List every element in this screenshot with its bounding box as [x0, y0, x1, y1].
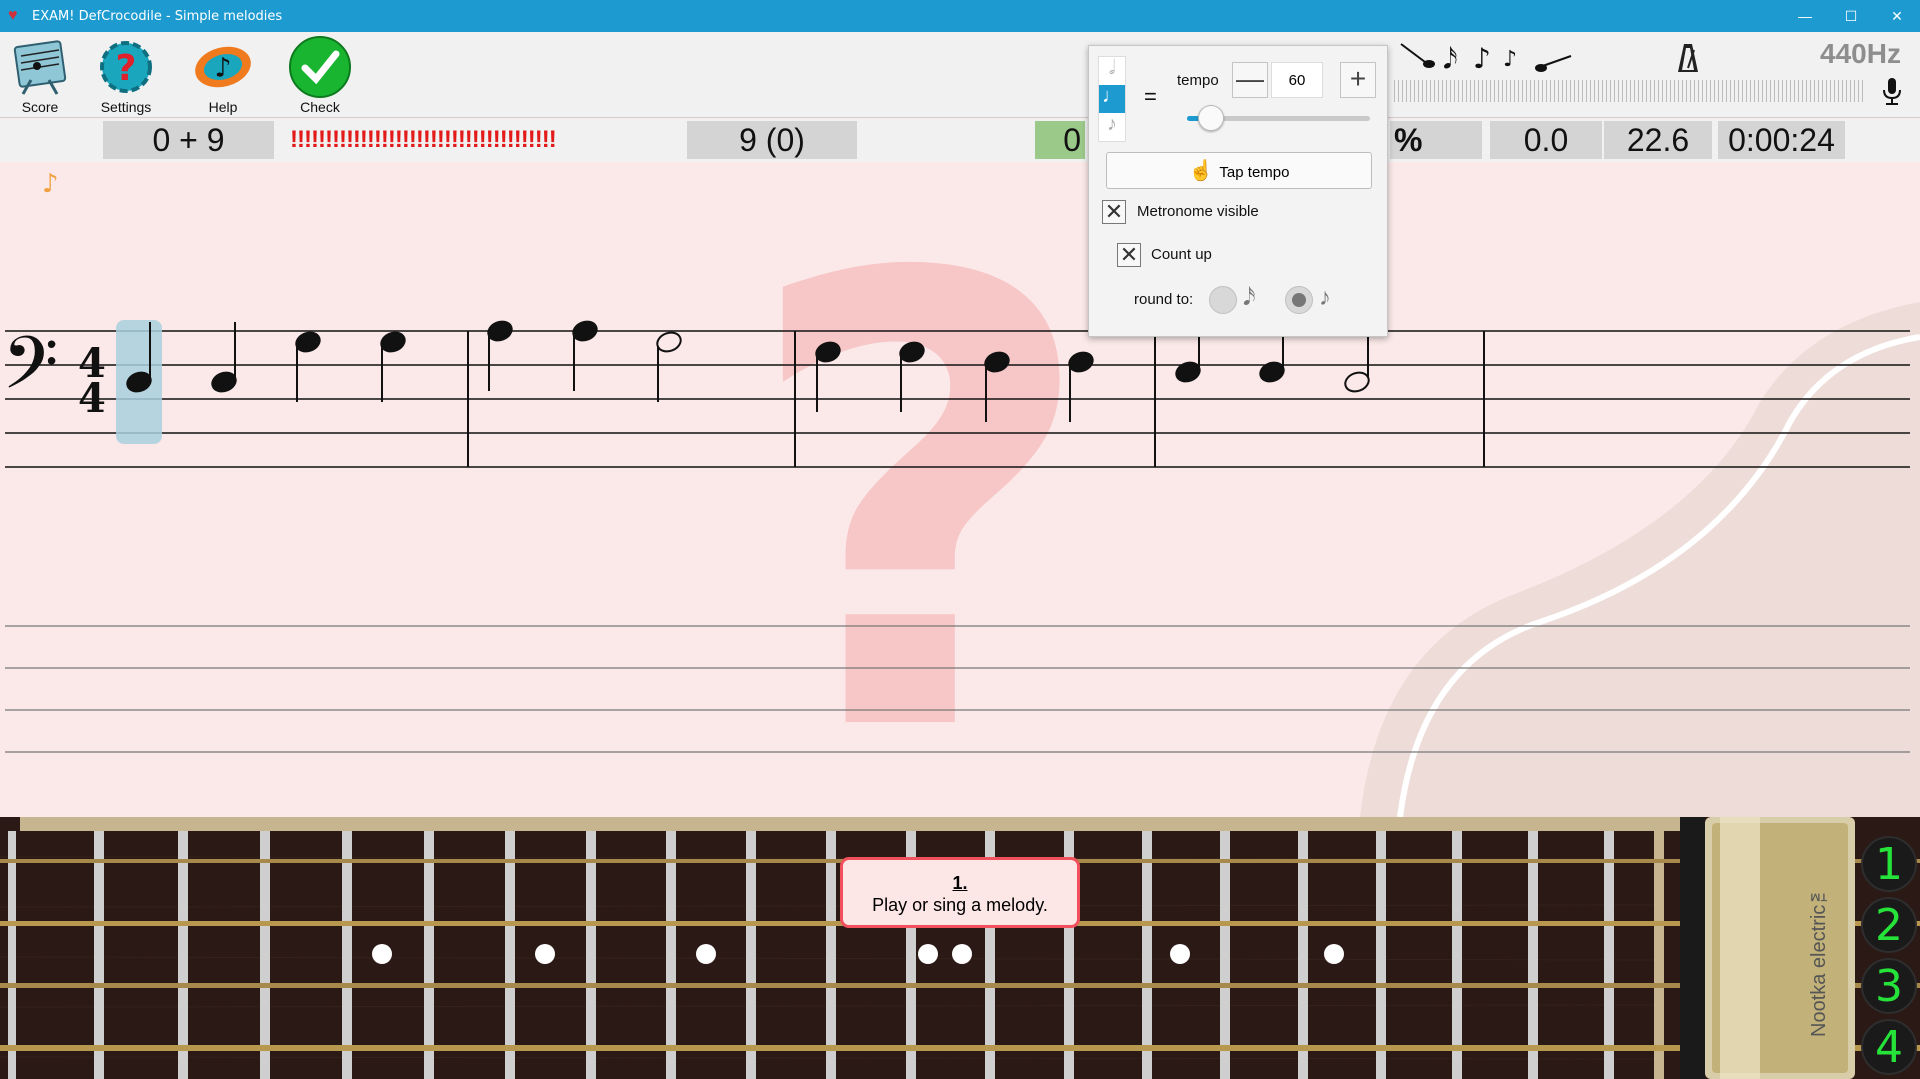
question-hint: 1. Play or sing a melody. [840, 857, 1080, 928]
effectiveness-value: 0.0 [1490, 121, 1602, 159]
microphone-icon[interactable] [1880, 76, 1904, 106]
count-up-label: Count up [1151, 246, 1212, 263]
tap-tempo-label: Tap tempo [1219, 164, 1290, 181]
volume-meter[interactable] [1394, 80, 1864, 102]
score-icon [9, 36, 71, 98]
round-to-label: round to: [1134, 291, 1194, 308]
string-number-4: 4 [1861, 1019, 1917, 1075]
metronome-visible-label: Metronome visible [1137, 203, 1259, 220]
help-button[interactable]: ♪ Help [183, 36, 263, 115]
tempo-popup: 𝅗𝅥 ♩ ♪ = tempo — 60 + ☝ Tap tempo ✕ Metro… [1088, 45, 1388, 337]
answers-count: 0 + 9 [103, 121, 274, 159]
round-to-sixteenth-radio[interactable] [1209, 286, 1237, 314]
window-title: EXAM! DefCrocodile - Simple melodies [32, 8, 283, 24]
settings-button[interactable]: ? Settings [86, 36, 166, 115]
sixteenth-note-icon: 𝅘𝅥𝅯 [1243, 284, 1256, 311]
beat-unit-selector[interactable]: 𝅗𝅥 ♩ ♪ [1098, 56, 1126, 142]
help-label: Help [208, 99, 238, 115]
tap-hand-icon: ☝ [1188, 160, 1214, 182]
total-time: 0:00:24 [1718, 121, 1845, 159]
svg-text:♪: ♪ [1473, 42, 1491, 75]
maximize-button[interactable]: ☐ [1828, 0, 1874, 32]
eighth-note-icon: ♪ [1319, 284, 1331, 311]
round-to-eighth-radio[interactable] [1285, 286, 1313, 314]
check-button[interactable]: Check [280, 36, 360, 115]
settings-label: Settings [100, 99, 152, 115]
svg-text:4: 4 [78, 375, 106, 422]
guitar-brand-label: Nootka electric™ [1808, 882, 1830, 1037]
tempo-label: tempo [1177, 72, 1219, 89]
quarter-note-option[interactable]: ♩ [1099, 85, 1125, 113]
tempo-slider-track[interactable] [1187, 105, 1370, 131]
help-icon: ♪ [192, 36, 254, 98]
minimize-button[interactable]: — [1782, 0, 1828, 32]
string-number-3: 3 [1861, 958, 1917, 1014]
half-note-option[interactable]: 𝅗𝅥 [1099, 57, 1125, 85]
svg-text:?: ? [116, 48, 137, 89]
eighth-note-option[interactable]: ♪ [1099, 113, 1125, 141]
question-number: 1. [952, 873, 968, 893]
equals-sign: = [1144, 84, 1157, 109]
tap-tempo-button[interactable]: ☝ Tap tempo [1106, 152, 1372, 189]
question-watermark-icon: ? [740, 162, 1100, 817]
title-bar: ♥ EXAM! DefCrocodile - Simple melodies —… [0, 0, 1920, 32]
check-icon [289, 36, 351, 98]
metronome-visible-checkbox[interactable]: ✕ [1102, 200, 1126, 224]
count-up-checkbox[interactable]: ✕ [1117, 243, 1141, 267]
score-label: Score [21, 99, 59, 115]
mistakes-indicator: !!!!!!!!!!!!!!!!!!!!!!!!!!!!!!!!!!!!!! [290, 126, 557, 153]
rhythm-notes-icon: 𝅘𝅥𝅯 ♪ ♪ [1395, 36, 1575, 76]
good-answers-count: 0 [1035, 121, 1085, 159]
tempo-input[interactable]: 60 [1271, 62, 1323, 98]
radio-selected-dot [1292, 293, 1306, 307]
tempo-slider-handle[interactable] [1197, 105, 1224, 131]
score-button[interactable]: Score [0, 36, 80, 115]
melody-note-icon: ♪ [42, 169, 59, 199]
tempo-increase-button[interactable]: + [1340, 62, 1376, 98]
frequency-label[interactable]: 440Hz [1820, 38, 1901, 70]
metronome-icon[interactable] [1670, 40, 1706, 76]
close-button[interactable]: ✕ [1874, 0, 1920, 32]
svg-text:♪: ♪ [215, 53, 232, 84]
string-number-1: 1 [1861, 836, 1917, 892]
svg-text:𝄢: 𝄢 [2, 320, 59, 423]
effectiveness-percent: % [1390, 121, 1482, 159]
question-text: Play or sing a melody. [872, 895, 1048, 915]
questions-count: 9 (0) [687, 121, 857, 159]
main-toolbar: Score ? Settings ♪ Help Check 𝅘𝅥𝅯 ♪ ♪ 44… [0, 32, 1920, 118]
app-heart-icon: ♥ [8, 7, 18, 24]
string-number-2: 2 [1861, 897, 1917, 953]
svg-text:𝅘𝅥𝅯: 𝅘𝅥𝅯 [1443, 42, 1458, 75]
check-label: Check [300, 99, 340, 115]
settings-gear-icon: ? [95, 36, 157, 98]
score-area[interactable]: ? ♪ 𝄢 4 4 [0, 148, 1920, 869]
score-canvas: ? ♪ 𝄢 4 4 [2, 148, 1920, 869]
window-controls: — ☐ ✕ [1782, 0, 1920, 32]
svg-text:♪: ♪ [1503, 47, 1517, 72]
tempo-decrease-button[interactable]: — [1232, 62, 1268, 98]
results-bar: 0 + 9 !!!!!!!!!!!!!!!!!!!!!!!!!!!!!!!!!!… [0, 119, 1920, 162]
average-time: 22.6 [1604, 121, 1712, 159]
